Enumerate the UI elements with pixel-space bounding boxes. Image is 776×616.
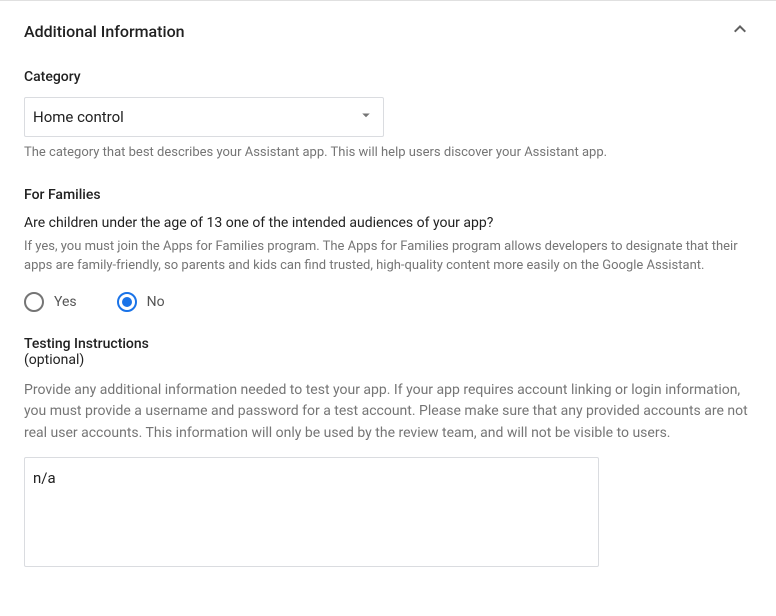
testing-label: Testing Instructions (optional) [24,336,752,368]
category-selected-value: Home control [33,108,357,126]
families-field: For Families Are children under the age … [24,187,752,312]
panel-title: Additional Information [24,22,185,41]
families-label: For Families [24,187,752,203]
radio-icon-selected [117,292,137,312]
testing-description: Provide any additional information neede… [24,380,752,445]
testing-label-line2: (optional) [24,352,752,368]
testing-textarea-wrapper [24,457,752,571]
category-select[interactable]: Home control [24,97,384,137]
families-radio-group: Yes No [24,292,752,312]
families-helper-text: If yes, you must join the Apps for Famil… [24,237,752,276]
families-question: Are children under the age of 13 one of … [24,215,752,231]
chevron-up-icon [728,17,752,45]
panel-header[interactable]: Additional Information [0,1,776,61]
radio-option-no[interactable]: No [117,292,165,312]
category-field: Category Home control The category that … [24,69,752,163]
radio-icon-unselected [24,292,44,312]
testing-instructions-input[interactable] [24,457,599,567]
radio-option-yes[interactable]: Yes [24,292,77,312]
category-label: Category [24,69,752,85]
testing-label-line1: Testing Instructions [24,336,149,352]
category-helper-text: The category that best describes your As… [24,143,752,163]
additional-information-panel: Additional Information Category Home con… [0,0,776,595]
radio-label-yes: Yes [54,294,77,310]
panel-body: Category Home control The category that … [0,69,776,595]
testing-field: Testing Instructions (optional) Provide … [24,336,752,571]
dropdown-icon [357,106,375,128]
radio-label-no: No [147,294,165,310]
